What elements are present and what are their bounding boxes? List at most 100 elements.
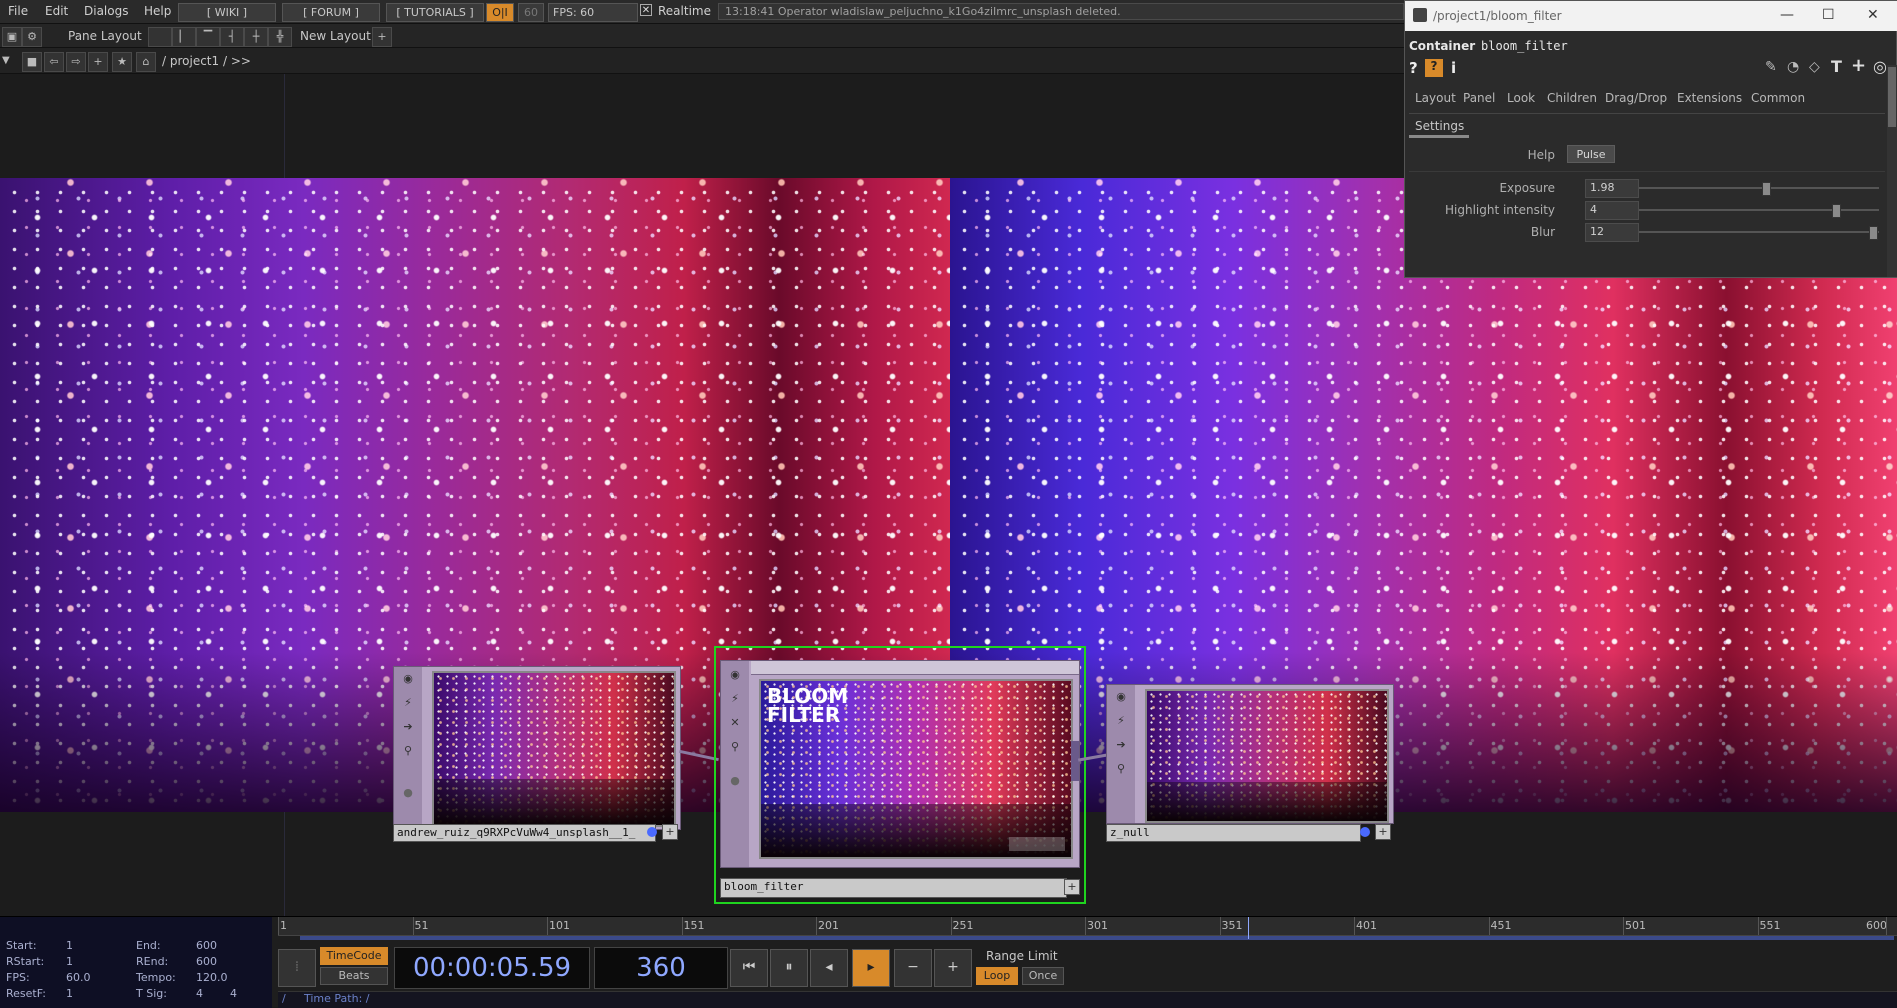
scrollbar-thumb[interactable] [1888,67,1896,127]
resetf-value[interactable]: 1 [66,987,73,1000]
lock-icon[interactable]: ⚲ [1113,761,1129,777]
oi-toggle[interactable]: O|I [486,3,514,22]
minimize-icon[interactable]: — [1780,7,1794,23]
cook-icon[interactable]: ⚡ [727,691,743,707]
viewer-icon[interactable]: ◉ [727,667,743,683]
dropdown-arrow-icon[interactable]: ▼ [2,55,10,66]
highlight-intensity-slider[interactable] [1639,209,1879,211]
step-back-icon[interactable]: ◂ [810,949,848,987]
cook-icon[interactable]: ⚡ [1113,713,1129,729]
once-toggle[interactable]: Once [1022,967,1064,985]
back-icon[interactable]: ⇦ [44,52,64,72]
python-help-icon[interactable]: ? [1425,59,1443,77]
tab-extensions[interactable]: Extensions [1677,91,1742,105]
node-add-icon[interactable]: + [1064,879,1080,895]
realtime-checkbox[interactable]: ✕ [640,4,652,16]
tempo-value[interactable]: 120.0 [196,971,228,984]
node-add-icon[interactable]: + [1375,824,1391,840]
layout-three-icon[interactable]: ┤ [220,27,244,47]
pencil-icon[interactable]: ✎ [1765,59,1777,75]
blur-slider-handle[interactable] [1868,226,1878,240]
layout-split-h-icon[interactable]: ▔ [196,27,220,47]
timecode-toggle[interactable]: TimeCode [320,947,388,965]
bypass-icon[interactable]: ➔ [1113,737,1129,753]
layout-four-icon[interactable]: ┼ [244,27,268,47]
fps-info-value[interactable]: 60.0 [66,971,91,984]
tab-panel[interactable]: Panel [1463,91,1495,105]
tsig-a-value[interactable]: 4 [196,987,203,1000]
end-value[interactable]: 600 [196,939,217,952]
forward-icon[interactable]: ⇨ [66,52,86,72]
display-flag-icon[interactable] [1360,827,1370,837]
viewer-icon[interactable]: ◉ [400,671,416,687]
tab-settings[interactable]: Settings [1415,119,1464,133]
exposure-slider[interactable] [1639,187,1879,189]
comment-icon[interactable]: ◔ [1787,59,1799,75]
tab-common[interactable]: Common [1751,91,1805,105]
rend-value[interactable]: 600 [196,955,217,968]
tab-children[interactable]: Children [1547,91,1597,105]
house-icon[interactable]: ⌂ [136,52,156,72]
add-layout-icon[interactable]: + [372,27,392,47]
bucket-icon[interactable]: ◇ [1809,59,1820,75]
node-bloom-filter[interactable]: ◉ ⚡ ✕ ⚲ ● BLOOM FILTER [720,660,1080,868]
exposure-field[interactable]: 1.98 [1585,179,1639,198]
image-icon[interactable]: ▣ [2,27,22,47]
layout-split-v-icon[interactable]: ▏ [172,27,196,47]
node-null-label[interactable]: z_null [1106,824,1361,842]
frame-display[interactable]: 360 [594,947,728,989]
exposure-slider-handle[interactable] [1761,182,1771,196]
close-window-icon[interactable]: ✕ [1867,7,1879,23]
text-icon[interactable]: T [1831,57,1842,76]
playhead[interactable] [1248,917,1249,939]
home-square-icon[interactable]: ■ [22,52,42,72]
highlight-intensity-slider-handle[interactable] [1831,204,1841,218]
timecode-display[interactable]: 00:00:05.59 [394,947,590,989]
step-minus-icon[interactable]: − [894,949,932,987]
forum-button[interactable]: [ FORUM ] [282,3,380,22]
node-bloom-label[interactable]: bloom_filter [720,878,1067,898]
op-name[interactable]: bloom_filter [1481,39,1568,53]
rstart-value[interactable]: 1 [66,955,73,968]
maximize-icon[interactable]: ☐ [1822,7,1835,23]
start-value[interactable]: 1 [66,939,73,952]
param-scrollbar[interactable] [1887,65,1897,277]
node-source-image[interactable]: ◉ ⚡ ➔ ⚲ ● [393,666,681,830]
tsig-b-value[interactable]: 4 [230,987,237,1000]
blur-slider[interactable] [1639,231,1879,233]
timeline-menu-icon[interactable]: ⁞ [278,949,316,987]
cook-icon[interactable]: ⚡ [400,695,416,711]
menu-help[interactable]: Help [144,4,171,18]
dot-icon[interactable]: ● [727,773,743,789]
tutorials-button[interactable]: [ TUTORIALS ] [386,3,484,22]
play-icon[interactable]: ▸ [852,949,890,987]
beats-toggle[interactable]: Beats [320,967,388,985]
help-icon[interactable]: ? [1409,59,1418,77]
add-icon[interactable]: + [88,52,108,72]
rewind-icon[interactable]: ⏮ [730,949,768,987]
network-icon[interactable]: ⚙ [22,27,42,47]
menu-file[interactable]: File [8,4,28,18]
tab-look[interactable]: Look [1507,91,1535,105]
lock-icon[interactable]: ⚲ [727,739,743,755]
range-bar[interactable] [300,936,1894,940]
wiki-button[interactable]: [ WIKI ] [178,3,276,22]
tab-drag-drop[interactable]: Drag/Drop [1605,91,1667,105]
step-plus-icon[interactable]: + [934,949,972,987]
viewer-icon[interactable]: ◉ [1113,689,1129,705]
menu-edit[interactable]: Edit [45,4,68,18]
info-icon[interactable]: i [1451,59,1456,77]
bypass-icon[interactable]: ➔ [400,719,416,735]
lock-icon[interactable]: ⚲ [400,743,416,759]
target-icon[interactable]: ◎ [1873,57,1887,76]
highlight-intensity-field[interactable]: 4 [1585,201,1639,220]
tab-layout[interactable]: Layout [1415,91,1456,105]
dot-icon[interactable]: ● [400,785,416,801]
node-source-label[interactable]: andrew_ruiz_q9RXPcVuWw4_unsplash__1_ [393,824,656,842]
layout-single-icon[interactable] [148,27,172,47]
close-icon[interactable]: ✕ [727,715,743,731]
fps-target[interactable]: 60 [518,3,544,22]
node-add-icon[interactable]: + [662,824,678,840]
menu-dialogs[interactable]: Dialogs [84,4,128,18]
layout-grid-icon[interactable]: ╬ [268,27,292,47]
